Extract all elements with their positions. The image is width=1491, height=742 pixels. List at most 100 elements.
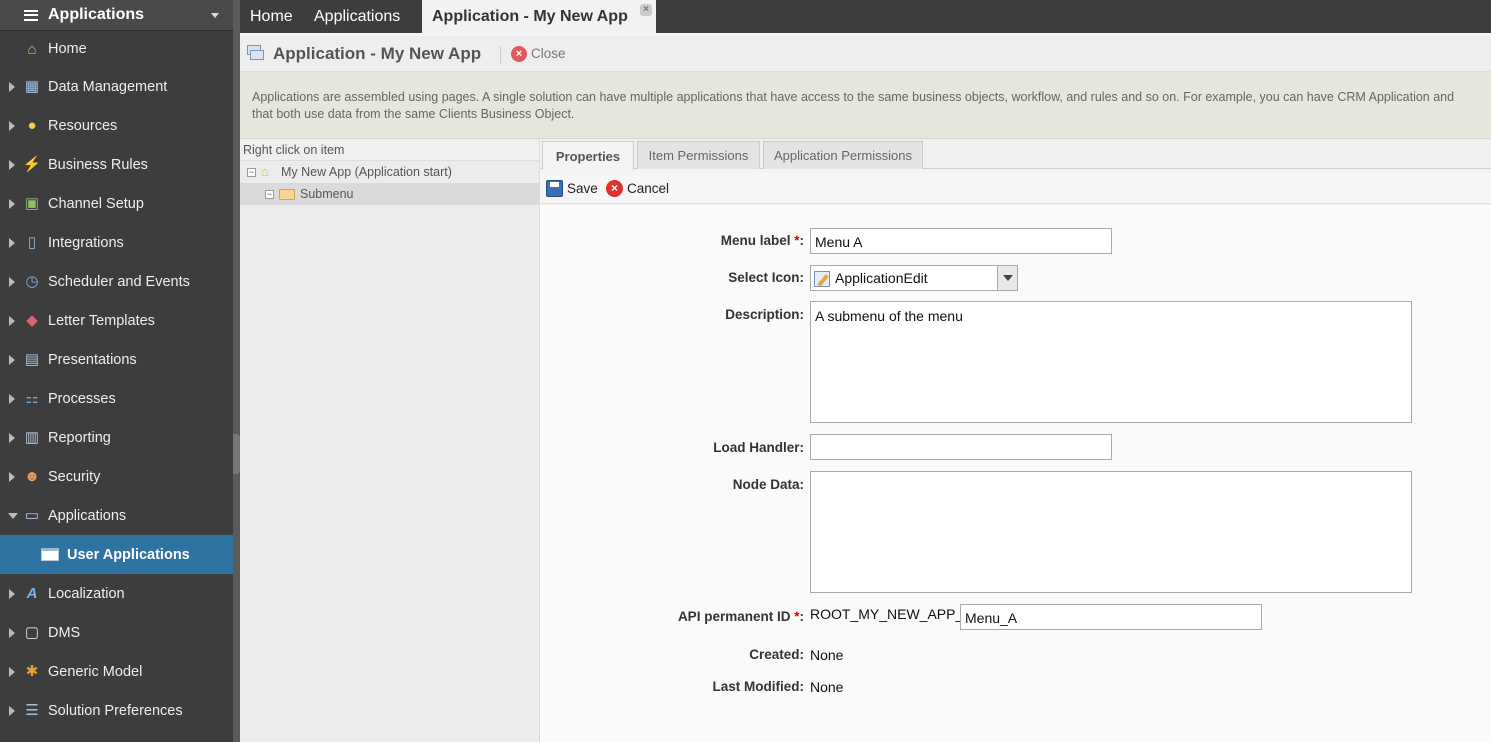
sidebar-item-reporting[interactable]: ▥ Reporting — [0, 418, 233, 457]
applications-icon: ▭ — [24, 507, 40, 524]
expand-arrow-icon[interactable] — [9, 588, 15, 599]
expand-arrow-icon[interactable] — [9, 159, 15, 170]
sidebar-item-business-rules[interactable]: ⚡ Business Rules — [0, 145, 233, 184]
presentation-icon: ▤ — [24, 351, 40, 368]
sidebar-item-home[interactable]: ⌂ Home — [0, 31, 233, 67]
sidebar-item-label: Business Rules — [48, 156, 148, 173]
expand-arrow-icon[interactable] — [9, 81, 15, 92]
expand-arrow-icon[interactable] — [9, 354, 15, 365]
menu-label-label: Menu label *: — [720, 233, 804, 248]
tree-node-root[interactable]: − ⌂ My New App (Application start) — [240, 161, 539, 183]
tab-item-permissions[interactable]: Item Permissions — [637, 141, 760, 169]
expand-arrow-icon[interactable] — [9, 666, 15, 677]
api-id-prefix: ROOT_MY_NEW_APP_ — [810, 606, 964, 622]
expand-arrow-icon[interactable] — [9, 432, 15, 443]
expand-arrow-icon[interactable] — [9, 198, 15, 209]
description-textarea[interactable]: A submenu of the menu — [810, 301, 1412, 423]
preferences-icon: ☰ — [25, 702, 39, 719]
hamburger-icon — [24, 9, 38, 21]
load-handler-input[interactable] — [810, 434, 1112, 460]
channel-icon: ▣ — [24, 195, 40, 212]
expand-arrow-icon[interactable] — [9, 276, 15, 287]
splitter-grip[interactable] — [233, 434, 240, 474]
sidebar-item-label: Scheduler and Events — [48, 273, 190, 290]
sidebar-item-label: Channel Setup — [48, 195, 144, 212]
lightbulb-icon: ● — [27, 117, 37, 134]
collapse-toggle-icon[interactable]: − — [265, 189, 274, 199]
sidebar-item-presentations[interactable]: ▤ Presentations — [0, 340, 233, 379]
cancel-label: Cancel — [627, 180, 670, 196]
tab-label: Application - My New App — [432, 7, 628, 25]
select-icon-label: Select Icon: — [728, 270, 804, 285]
icon-select-value: ApplicationEdit — [835, 270, 928, 286]
close-tab-icon[interactable]: × — [640, 4, 652, 16]
sidebar-item-integrations[interactable]: ▯ Integrations — [0, 223, 233, 262]
tab-properties[interactable]: Properties — [542, 141, 634, 170]
sidebar-item-applications[interactable]: ▭ Applications — [0, 496, 233, 535]
user-icon: ☻ — [24, 468, 40, 485]
sidebar-item-security[interactable]: ☻ Security — [0, 457, 233, 496]
tab-label: Home — [250, 7, 293, 25]
tab-application-my-new-app[interactable]: Application - My New App × — [422, 0, 656, 33]
tab-application-permissions[interactable]: Application Permissions — [763, 141, 923, 169]
expand-arrow-icon[interactable] — [9, 627, 15, 638]
page-title: Application - My New App — [273, 43, 482, 63]
last-modified-value: None — [810, 679, 844, 695]
sidebar-item-dms[interactable]: ▢ DMS — [0, 613, 233, 652]
sidebar-item-resources[interactable]: ● Resources — [0, 106, 233, 145]
save-button[interactable]: Save — [546, 178, 598, 198]
expand-arrow-icon[interactable] — [9, 315, 15, 326]
sidebar-item-label: Security — [48, 468, 101, 485]
sidebar-item-channel-setup[interactable]: ▣ Channel Setup — [0, 184, 233, 223]
info-text-line-1: Applications are assembled using pages. … — [252, 90, 1455, 104]
sidebar-item-label: Home — [48, 41, 87, 57]
node-data-textarea[interactable] — [810, 471, 1412, 593]
window-icon — [41, 548, 59, 561]
sidebar-item-letter-templates[interactable]: ◆ Letter Templates — [0, 301, 233, 340]
expand-arrow-icon[interactable] — [9, 120, 15, 131]
content-tabs: Properties Item Permissions Application … — [540, 139, 1491, 170]
created-label: Created: — [749, 647, 804, 662]
sidebar-item-label: Processes — [48, 390, 116, 407]
close-icon[interactable]: × — [511, 46, 527, 62]
dropdown-caret-icon — [211, 12, 219, 18]
expand-arrow-icon[interactable] — [9, 471, 15, 482]
menu-label-input[interactable]: Menu A — [810, 228, 1112, 254]
clock-icon: ◷ — [25, 273, 39, 290]
sidebar-item-label: Reporting — [48, 429, 111, 446]
api-id-input[interactable]: Menu_A — [960, 604, 1262, 630]
report-icon: ▥ — [24, 429, 40, 446]
expand-arrow-icon[interactable] — [9, 705, 15, 716]
close-button[interactable]: Close — [531, 46, 566, 61]
sidebar-splitter[interactable] — [233, 0, 240, 742]
icon-select[interactable]: ApplicationEdit — [810, 265, 1018, 291]
sidebar-item-user-applications[interactable]: User Applications — [0, 535, 233, 574]
sidebar-header[interactable]: Applications — [0, 0, 233, 31]
sidebar: Applications ⌂ Home ▦ Data Management ● … — [0, 0, 233, 742]
sidebar-item-label: Generic Model — [48, 663, 143, 680]
sidebar-item-generic-model[interactable]: ✱ Generic Model — [0, 652, 233, 691]
expand-arrow-icon[interactable] — [9, 237, 15, 248]
sidebar-item-label: Integrations — [48, 234, 124, 251]
last-modified-label: Last Modified: — [712, 679, 805, 694]
collapse-arrow-icon[interactable] — [8, 512, 18, 519]
tree-node-label: My New App (Application start) — [281, 165, 452, 179]
info-text-line-2: that both use data from the same Clients… — [252, 107, 575, 121]
cancel-button[interactable]: × Cancel — [606, 178, 669, 198]
tree-node-label: Submenu — [300, 187, 354, 201]
tree-node-submenu[interactable]: − Submenu — [240, 183, 539, 205]
home-icon: ⌂ — [27, 40, 37, 58]
tab-home[interactable]: Home — [250, 0, 293, 33]
sidebar-item-processes[interactable]: ⚏ Processes — [0, 379, 233, 418]
sidebar-item-data-management[interactable]: ▦ Data Management — [0, 67, 233, 106]
document-icon: ▢ — [24, 624, 40, 641]
tab-applications[interactable]: Applications × — [314, 0, 490, 33]
expand-arrow-icon[interactable] — [9, 393, 15, 404]
collapse-toggle-icon[interactable]: − — [247, 167, 256, 177]
menu-properties-form: Menu label *: Menu A Select Icon: Applic… — [540, 205, 1491, 742]
top-tab-bar: Home Applications × Application - My New… — [240, 0, 1491, 33]
sidebar-item-localization[interactable]: A Localization — [0, 574, 233, 613]
sidebar-item-solution-preferences[interactable]: ☰ Solution Preferences — [0, 691, 233, 730]
sidebar-item-scheduler-and-events[interactable]: ◷ Scheduler and Events — [0, 262, 233, 301]
chevron-down-icon[interactable] — [997, 266, 1017, 290]
